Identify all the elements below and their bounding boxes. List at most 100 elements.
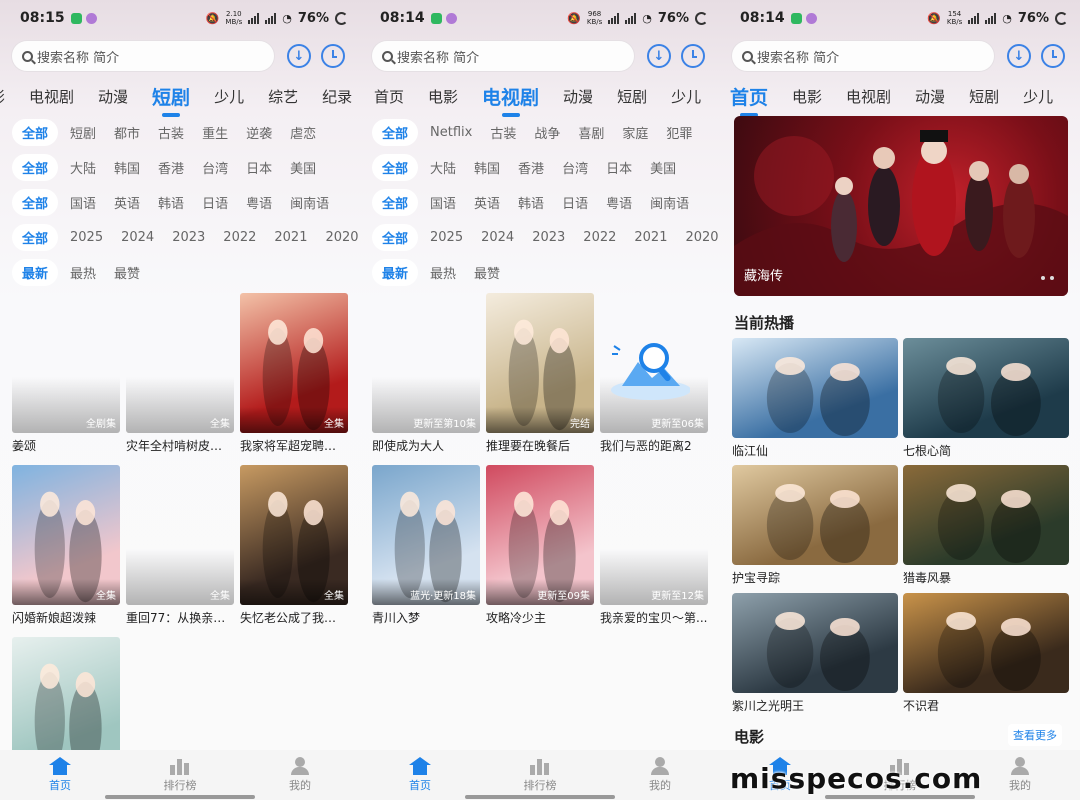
filter-chip[interactable]: 2024 [481, 226, 514, 249]
filter-chip[interactable]: 2022 [583, 226, 616, 249]
history-button[interactable] [321, 44, 345, 68]
filter-chip[interactable]: 韩国 [474, 154, 500, 181]
featured-banner[interactable]: 藏海传 [734, 116, 1068, 296]
tab-1[interactable]: 电视剧 [29, 86, 74, 107]
filter-chip[interactable]: 全部 [12, 118, 59, 146]
filter-chip[interactable]: 2023 [172, 226, 205, 249]
media-card[interactable]: 全集 灾年全村啃树皮，我... [126, 293, 234, 453]
filter-chip[interactable]: 2024 [121, 226, 154, 249]
hot-card[interactable]: 更新至第16集不识君 [903, 593, 1069, 714]
tab-0[interactable]: 首页 [730, 83, 768, 117]
media-card[interactable]: 全集 闪婚新娘超泼辣 [12, 465, 120, 625]
filter-chip[interactable]: 全部 [12, 188, 59, 216]
filter-chip[interactable]: 重生 [202, 119, 228, 146]
tab-3[interactable]: 短剧 [152, 83, 190, 117]
filter-chip[interactable]: 全部 [12, 153, 59, 181]
tab-2[interactable]: 电视剧 [482, 83, 539, 117]
media-card[interactable]: 全集 失忆老公成了我的金... [240, 465, 348, 625]
tab-5[interactable]: 少儿 [671, 86, 701, 107]
filter-chip[interactable]: 古装 [158, 119, 184, 146]
filter-chip[interactable]: 短剧 [70, 119, 96, 146]
nav-home[interactable]: 首页 [360, 750, 480, 800]
filter-chip[interactable]: 大陆 [70, 154, 96, 181]
nav-mine[interactable]: 我的 [240, 750, 360, 800]
download-button[interactable]: ↓ [647, 44, 671, 68]
filter-chip[interactable]: 最新 [372, 258, 419, 286]
filter-chip[interactable]: 日语 [202, 189, 228, 216]
filter-chip[interactable]: 国语 [70, 189, 96, 216]
filter-chip[interactable]: 2023 [532, 226, 565, 249]
filter-chip[interactable]: 美国 [650, 154, 676, 181]
media-card[interactable]: 全剧集 姜颂 [12, 293, 120, 453]
tab-1[interactable]: 电影 [792, 86, 822, 107]
filter-chip[interactable]: 英语 [474, 189, 500, 216]
filter-chip[interactable]: 香港 [158, 154, 184, 181]
tab-0[interactable]: 首页 [374, 86, 404, 107]
filter-chip[interactable]: 全部 [372, 153, 419, 181]
filter-chip[interactable]: 闽南语 [290, 189, 329, 216]
media-card[interactable]: 全集 我家将军超宠聘妻的... [240, 293, 348, 453]
search-input[interactable]: 搜索名称 简介 [12, 41, 274, 71]
filter-chip[interactable]: 韩国 [114, 154, 140, 181]
filter-chip[interactable]: 日本 [246, 154, 272, 181]
download-button[interactable]: ↓ [287, 44, 311, 68]
filter-chip[interactable]: 粤语 [246, 189, 272, 216]
nav-rank[interactable]: 排行榜 [120, 750, 240, 800]
filter-chip[interactable]: 最赞 [474, 259, 500, 286]
hot-card[interactable]: 正片猎毒风暴 [903, 465, 1069, 586]
filter-chip[interactable]: 韩语 [158, 189, 184, 216]
tab-5[interactable]: 综艺 [268, 86, 298, 107]
filter-chip[interactable]: 逆袭 [246, 119, 272, 146]
filter-chip[interactable]: 家庭 [622, 119, 648, 146]
filter-chip[interactable]: 台湾 [562, 154, 588, 181]
history-button[interactable] [681, 44, 705, 68]
tab-4[interactable]: 短剧 [969, 86, 999, 107]
filter-chip[interactable]: 粤语 [606, 189, 632, 216]
filter-chip[interactable]: 日本 [606, 154, 632, 181]
download-button[interactable]: ↓ [1007, 44, 1031, 68]
media-card[interactable]: 蓝光·更新18集 青川入梦 [372, 465, 480, 625]
filter-chip[interactable]: 英语 [114, 189, 140, 216]
tab-5[interactable]: 少儿 [1023, 86, 1053, 107]
tab-2[interactable]: 动漫 [98, 86, 128, 107]
filter-chip[interactable]: 台湾 [202, 154, 228, 181]
view-more-button[interactable]: 查看更多 [1008, 724, 1062, 746]
hot-card[interactable]: 更新至第28集临江仙 [732, 338, 898, 459]
filter-chip[interactable]: 全部 [372, 188, 419, 216]
filter-chip[interactable]: 2025 [70, 226, 103, 249]
filter-chip[interactable]: 虐恋 [290, 119, 316, 146]
hot-card[interactable]: 更新至18集/共24集紫川之光明王 [732, 593, 898, 714]
filter-chip[interactable]: 古装 [490, 119, 516, 146]
filter-chip[interactable]: 最赞 [114, 259, 140, 286]
filter-chip[interactable]: 日语 [562, 189, 588, 216]
nav-mine[interactable]: 我的 [600, 750, 720, 800]
tab-1[interactable]: 电影 [428, 86, 458, 107]
tab-6[interactable]: 纪录 [322, 86, 352, 107]
filter-chip[interactable]: 美国 [290, 154, 316, 181]
filter-chip[interactable]: 2022 [223, 226, 256, 249]
filter-chip[interactable]: 最新 [12, 258, 59, 286]
media-card[interactable]: 更新至第10集 即使成为大人 [372, 293, 480, 453]
filter-chip[interactable]: 大陆 [430, 154, 456, 181]
filter-chip[interactable]: Netflix [430, 121, 472, 144]
filter-chip[interactable]: 国语 [430, 189, 456, 216]
filter-chip[interactable]: 韩语 [518, 189, 544, 216]
filter-chip[interactable]: 2025 [430, 226, 463, 249]
filter-chip[interactable]: 喜剧 [578, 119, 604, 146]
media-card[interactable]: 更新至12集 我亲爱的宝贝～第... [600, 465, 708, 625]
nav-home[interactable]: 首页 [0, 750, 120, 800]
filter-chip[interactable]: 2020 [685, 226, 718, 249]
filter-chip[interactable]: 战争 [534, 119, 560, 146]
media-card[interactable]: 全集重回77：从换亲开始... [126, 465, 234, 625]
filter-chip[interactable]: 2020 [325, 226, 358, 249]
filter-chip[interactable]: 全部 [12, 223, 59, 251]
tab-2[interactable]: 电视剧 [846, 86, 891, 107]
hot-card[interactable]: 更新至26集/共36集护宝寻踪 [732, 465, 898, 586]
filter-chip[interactable]: 2021 [634, 226, 667, 249]
filter-chip[interactable]: 犯罪 [666, 119, 692, 146]
filter-chip[interactable]: 最热 [430, 259, 456, 286]
tab-3[interactable]: 动漫 [915, 86, 945, 107]
search-input[interactable]: 搜索名称 简介 [372, 41, 634, 71]
nav-rank[interactable]: 排行榜 [480, 750, 600, 800]
media-card[interactable]: 完结 推理要在晚餐后 [486, 293, 594, 453]
